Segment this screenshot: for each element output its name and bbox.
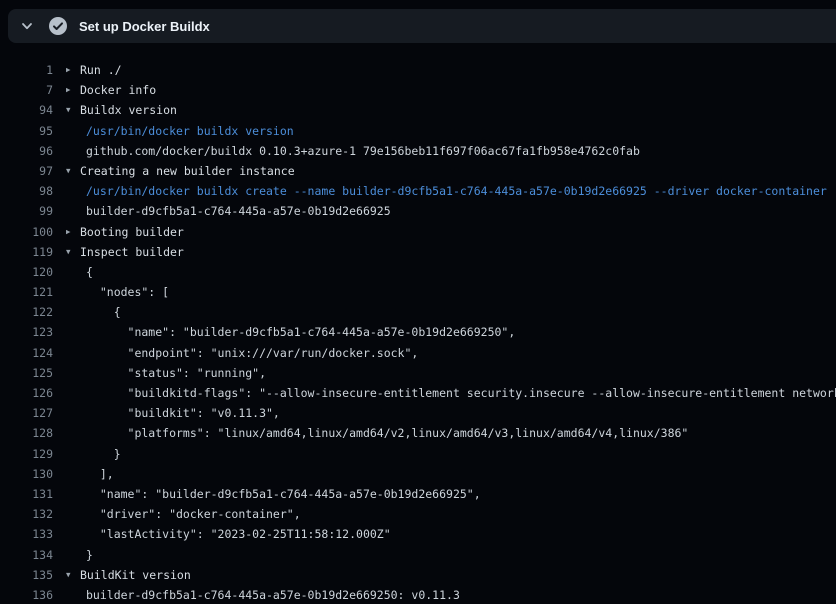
log-line: 130 ], — [0, 464, 836, 484]
log-line[interactable]: 97 ▼ Creating a new builder instance — [0, 161, 836, 181]
line-number[interactable]: 125 — [0, 363, 53, 383]
line-number[interactable]: 122 — [0, 302, 53, 322]
group-title: Docker info — [80, 80, 156, 100]
log-line: 133 "lastActivity": "2023-02-25T11:58:12… — [0, 524, 836, 544]
log-line: 120 { — [0, 262, 836, 282]
line-number[interactable]: 97 — [0, 161, 53, 181]
line-number[interactable]: 1 — [0, 60, 53, 80]
line-number[interactable]: 98 — [0, 181, 53, 201]
output-text: "driver": "docker-container", — [86, 504, 301, 524]
line-number[interactable]: 95 — [0, 121, 53, 141]
output-text: "endpoint": "unix:///var/run/docker.sock… — [86, 343, 418, 363]
log-line: 95 /usr/bin/docker buildx version — [0, 121, 836, 141]
line-number[interactable]: 128 — [0, 423, 53, 443]
log-line: 131 "name": "builder-d9cfb5a1-c764-445a-… — [0, 484, 836, 504]
group-title: Buildx version — [80, 100, 177, 120]
output-text: "name": "builder-d9cfb5a1-c764-445a-a57e… — [86, 322, 515, 342]
output-text: github.com/docker/buildx 0.10.3+azure-1 … — [86, 141, 640, 161]
line-number[interactable]: 130 — [0, 464, 53, 484]
output-text: } — [86, 545, 93, 565]
log-line: 129 } — [0, 444, 836, 464]
group-title: Creating a new builder instance — [80, 161, 295, 181]
line-number[interactable]: 119 — [0, 242, 53, 262]
log-line[interactable]: 135 ▼ BuildKit version — [0, 565, 836, 585]
line-number[interactable]: 100 — [0, 222, 53, 242]
output-text: "nodes": [ — [86, 282, 169, 302]
log-line: 122 { — [0, 302, 836, 322]
log-line[interactable]: 94 ▼ Buildx version — [0, 100, 836, 120]
log-area: 1 ▶ Run ./ 7 ▶ Docker info 94 ▼ Buildx v… — [0, 44, 836, 604]
triangle-right-icon[interactable]: ▶ — [66, 222, 80, 242]
check-circle-icon — [49, 17, 67, 35]
command-text: /usr/bin/docker buildx create --name bui… — [86, 181, 827, 201]
output-text: { — [86, 302, 121, 322]
line-number[interactable]: 135 — [0, 565, 53, 585]
log-line: 96 github.com/docker/buildx 0.10.3+azure… — [0, 141, 836, 161]
output-text: builder-d9cfb5a1-c764-445a-a57e-0b19d2e6… — [86, 585, 460, 604]
line-number[interactable]: 120 — [0, 262, 53, 282]
log-line: 123 "name": "builder-d9cfb5a1-c764-445a-… — [0, 322, 836, 342]
output-text: ], — [86, 464, 114, 484]
line-number[interactable]: 123 — [0, 322, 53, 342]
triangle-down-icon[interactable]: ▼ — [66, 100, 80, 120]
log-line: 126 "buildkitd-flags": "--allow-insecure… — [0, 383, 836, 403]
triangle-down-icon[interactable]: ▼ — [66, 565, 80, 585]
output-text: "lastActivity": "2023-02-25T11:58:12.000… — [86, 524, 391, 544]
group-title: Booting builder — [80, 222, 184, 242]
output-text: "status": "running", — [86, 363, 266, 383]
chevron-down-icon[interactable] — [20, 19, 34, 33]
triangle-down-icon[interactable]: ▼ — [66, 242, 80, 262]
line-number[interactable]: 124 — [0, 343, 53, 363]
group-title: Run ./ — [80, 60, 122, 80]
line-number[interactable]: 126 — [0, 383, 53, 403]
line-number[interactable]: 131 — [0, 484, 53, 504]
line-number[interactable]: 7 — [0, 80, 53, 100]
log-line: 98 /usr/bin/docker buildx create --name … — [0, 181, 836, 201]
log-line[interactable]: 100 ▶ Booting builder — [0, 222, 836, 242]
log-line[interactable]: 7 ▶ Docker info — [0, 80, 836, 100]
log-line: 99 builder-d9cfb5a1-c764-445a-a57e-0b19d… — [0, 201, 836, 221]
output-text: "name": "builder-d9cfb5a1-c764-445a-a57e… — [86, 484, 481, 504]
output-text: } — [86, 444, 121, 464]
line-number[interactable]: 94 — [0, 100, 53, 120]
log-line: 134 } — [0, 545, 836, 565]
line-number[interactable]: 96 — [0, 141, 53, 161]
line-number[interactable]: 132 — [0, 504, 53, 524]
line-number[interactable]: 99 — [0, 201, 53, 221]
output-text: "buildkitd-flags": "--allow-insecure-ent… — [86, 383, 836, 403]
output-text: "platforms": "linux/amd64,linux/amd64/v2… — [86, 423, 688, 443]
log-line: 125 "status": "running", — [0, 363, 836, 383]
triangle-right-icon[interactable]: ▶ — [66, 80, 80, 100]
line-number[interactable]: 136 — [0, 585, 53, 604]
line-number[interactable]: 129 — [0, 444, 53, 464]
log-line: 127 "buildkit": "v0.11.3", — [0, 403, 836, 423]
line-number[interactable]: 121 — [0, 282, 53, 302]
log-line: 121 "nodes": [ — [0, 282, 836, 302]
line-number[interactable]: 134 — [0, 545, 53, 565]
output-text: builder-d9cfb5a1-c764-445a-a57e-0b19d2e6… — [86, 201, 391, 221]
log-line[interactable]: 119 ▼ Inspect builder — [0, 242, 836, 262]
line-number[interactable]: 127 — [0, 403, 53, 423]
log-line: 132 "driver": "docker-container", — [0, 504, 836, 524]
log-line: 136 builder-d9cfb5a1-c764-445a-a57e-0b19… — [0, 585, 836, 604]
log-line: 128 "platforms": "linux/amd64,linux/amd6… — [0, 423, 836, 443]
output-text: { — [86, 262, 93, 282]
command-text: /usr/bin/docker buildx version — [86, 121, 294, 141]
output-text: "buildkit": "v0.11.3", — [86, 403, 280, 423]
step-header[interactable]: Set up Docker Buildx — [8, 9, 836, 43]
group-title: BuildKit version — [80, 565, 191, 585]
triangle-right-icon[interactable]: ▶ — [66, 60, 80, 80]
log-line: 124 "endpoint": "unix:///var/run/docker.… — [0, 343, 836, 363]
group-title: Inspect builder — [80, 242, 184, 262]
line-number[interactable]: 133 — [0, 524, 53, 544]
triangle-down-icon[interactable]: ▼ — [66, 161, 80, 181]
log-line[interactable]: 1 ▶ Run ./ — [0, 60, 836, 80]
step-title: Set up Docker Buildx — [79, 19, 210, 34]
